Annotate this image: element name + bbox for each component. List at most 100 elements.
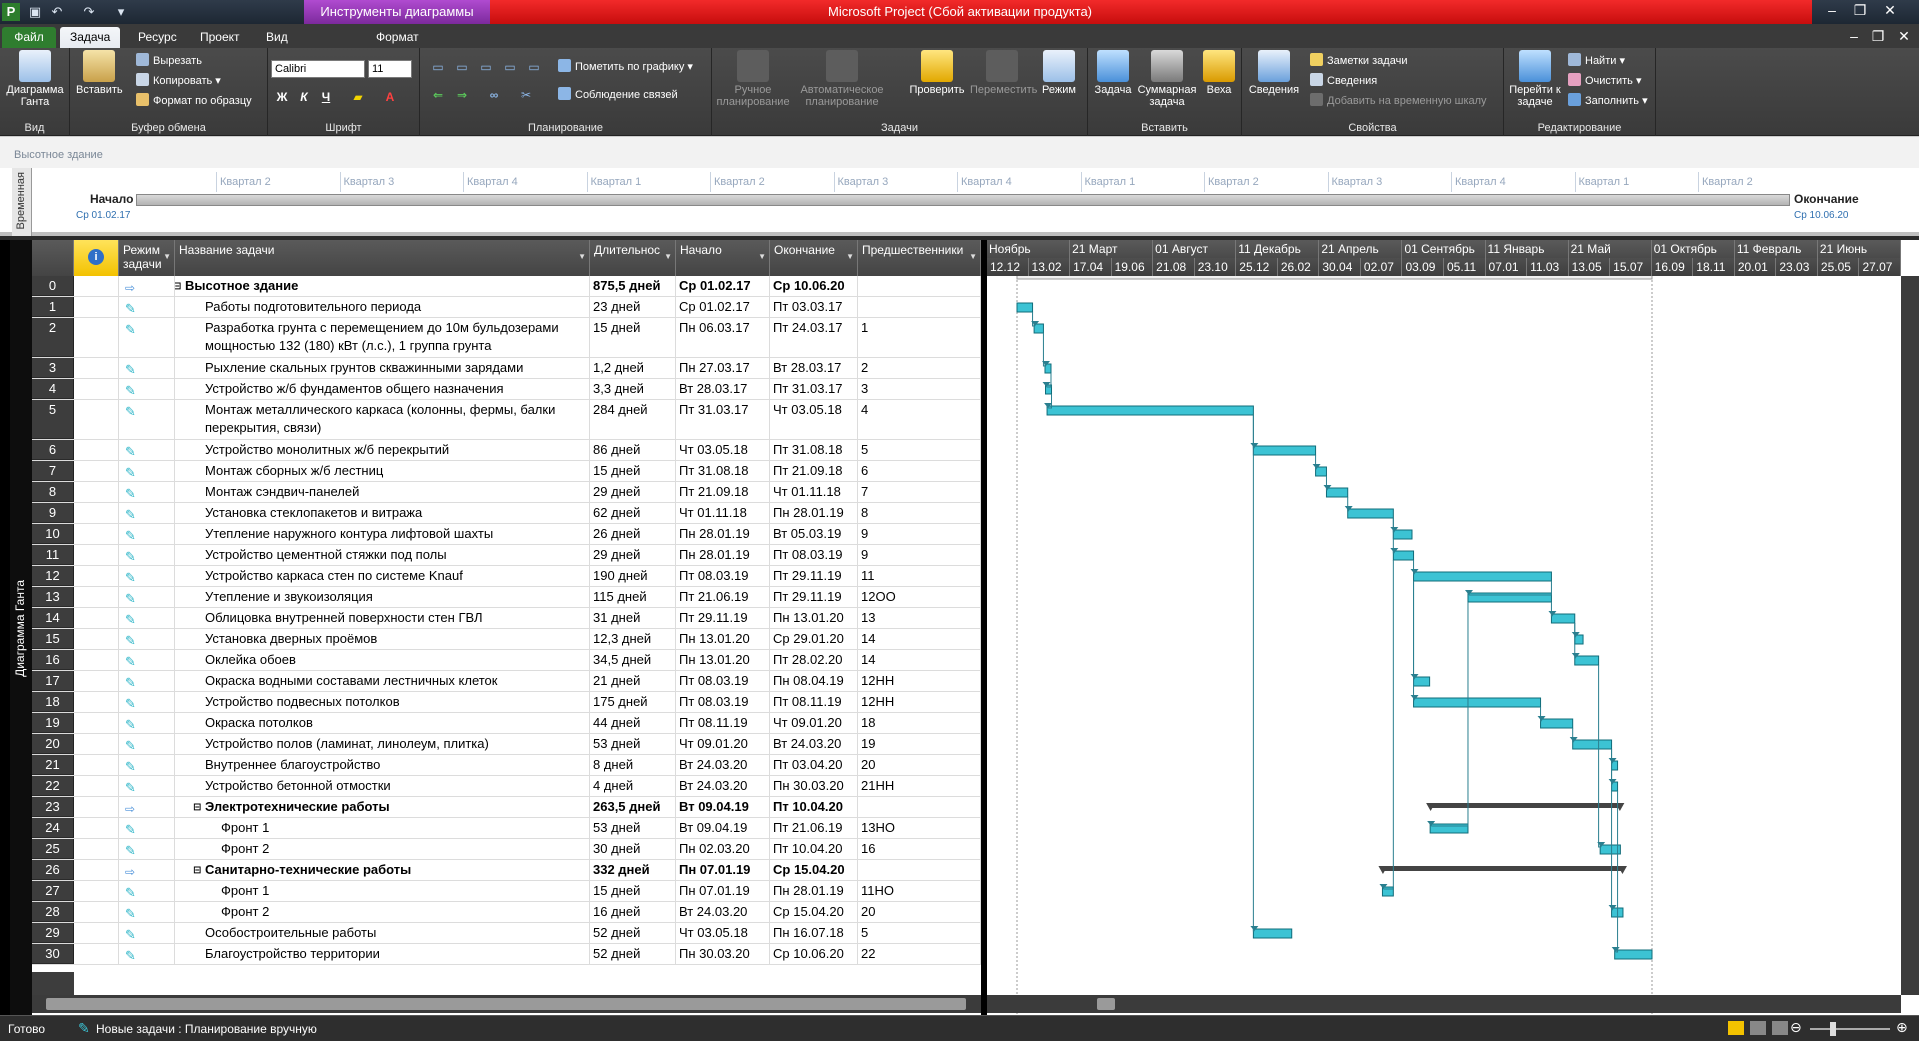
summary-bar[interactable] (1382, 866, 1623, 871)
row-finish[interactable]: Пт 08.03.19 (770, 545, 858, 565)
row-start[interactable]: Пн 27.03.17 (676, 358, 770, 378)
row-start[interactable]: Вт 24.03.20 (676, 755, 770, 775)
task-bar[interactable] (1252, 928, 1293, 939)
row-duration[interactable]: 175 дней (590, 692, 676, 712)
row-start[interactable]: Пн 07.01.19 (676, 860, 770, 880)
row-start[interactable]: Пн 13.01.20 (676, 650, 770, 670)
outdent-icon[interactable]: ⇐ (428, 86, 448, 104)
row-duration[interactable]: 115 дней (590, 587, 676, 607)
row-number[interactable]: 9 (32, 503, 74, 523)
row-mode[interactable]: ✎ (119, 902, 175, 922)
bold-button[interactable]: Ж (272, 88, 292, 106)
row-mode[interactable]: ✎ (119, 503, 175, 523)
tab-project[interactable]: Проект (190, 27, 250, 48)
gantt-hscrollbar[interactable] (987, 995, 1901, 1013)
task-notes-button[interactable]: Заметки задачи (1310, 52, 1407, 70)
zoom-slider-thumb[interactable] (1830, 1022, 1836, 1036)
row-number[interactable]: 5 (32, 400, 74, 439)
row-mode[interactable]: ✎ (119, 734, 175, 754)
table-row[interactable]: 27 ✎ Фронт 1 15 дней Пн 07.01.19 Пн 28.01.19 1… (32, 881, 981, 902)
row-task-name[interactable]: Устройство ж/б фундаментов общего назнач… (175, 379, 590, 399)
row-mode[interactable]: ✎ (119, 524, 175, 544)
fill-button[interactable]: Заполнить ▾ (1568, 92, 1648, 110)
grid-hscrollbar[interactable] (32, 995, 981, 1013)
row-finish[interactable]: Пт 28.02.20 (770, 650, 858, 670)
row-mode[interactable]: ✎ (119, 650, 175, 670)
row-finish[interactable]: Пн 13.01.20 (770, 608, 858, 628)
row-predecessors[interactable] (858, 797, 981, 817)
row-start[interactable]: Пт 08.11.19 (676, 713, 770, 733)
row-mode[interactable]: ✎ (119, 566, 175, 586)
row-task-name[interactable]: Установка дверных проёмов (175, 629, 590, 649)
row-mode[interactable]: ✎ (119, 608, 175, 628)
row-finish[interactable]: Вт 24.03.20 (770, 734, 858, 754)
row-task-name[interactable]: Устройство цементной стяжки под полы (175, 545, 590, 565)
details-button[interactable]: Сведения (1310, 72, 1377, 90)
pred-dropdown-icon[interactable]: ▼ (969, 250, 977, 264)
row-predecessors[interactable]: 19 (858, 734, 981, 754)
row-finish[interactable]: Ср 15.04.20 (770, 860, 858, 880)
table-row[interactable]: 21 ✎ Внутреннее благоустройство 8 дней Вт 24… (32, 755, 981, 776)
collapse-icon[interactable]: ⊟ (175, 278, 181, 296)
table-row[interactable]: 26 ⇨ ⊟ Санитарно-технические работы 332 дней… (32, 860, 981, 881)
row-number[interactable]: 23 (32, 797, 74, 817)
row-task-name[interactable]: Фронт 2 (175, 902, 590, 922)
row-start[interactable]: Ср 01.02.17 (676, 297, 770, 317)
task-bar[interactable] (1574, 655, 1600, 666)
row-number[interactable]: 3 (32, 358, 74, 378)
row-predecessors[interactable]: 8 (858, 503, 981, 523)
task-bar[interactable] (1540, 718, 1574, 729)
row-start[interactable]: Пн 07.01.19 (676, 881, 770, 901)
row-predecessors[interactable]: 4 (858, 400, 981, 439)
row-number[interactable]: 10 (32, 524, 74, 544)
row-predecessors[interactable]: 9 (858, 524, 981, 544)
table-row[interactable]: 30 ✎ Благоустройство территории 52 дней Пн 3… (32, 944, 981, 965)
row-task-name[interactable]: Утепление наружного контура лифтовой шах… (175, 524, 590, 544)
task-bar[interactable] (1413, 697, 1542, 708)
manual-schedule-button[interactable]: Ручное планирование (716, 50, 790, 108)
row-mode[interactable]: ⇨ (119, 860, 175, 880)
row-mode[interactable]: ✎ (119, 881, 175, 901)
row-predecessors[interactable]: 12ОО (858, 587, 981, 607)
row-finish[interactable]: Пн 30.03.20 (770, 776, 858, 796)
row-task-name[interactable]: Монтаж сборных ж/б лестниц (175, 461, 590, 481)
row-duration[interactable]: 284 дней (590, 400, 676, 439)
gantt-scroll-thumb[interactable] (1097, 998, 1115, 1010)
row-start[interactable]: Пн 06.03.17 (676, 318, 770, 357)
row-finish[interactable]: Пт 29.11.19 (770, 566, 858, 586)
row-finish[interactable]: Пт 10.04.20 (770, 797, 858, 817)
row-mode[interactable]: ✎ (119, 839, 175, 859)
row-number[interactable]: 16 (32, 650, 74, 670)
ribbon-restore-icon[interactable]: ❐ (1864, 26, 1892, 46)
tab-format[interactable]: Формат (366, 27, 429, 48)
find-button[interactable]: Найти ▾ (1568, 52, 1625, 70)
row-task-name[interactable]: Особостроительные работы (175, 923, 590, 943)
percent-75-icon[interactable]: ▭ (500, 58, 520, 76)
row-duration[interactable]: 15 дней (590, 461, 676, 481)
row-duration[interactable]: 15 дней (590, 881, 676, 901)
row-mode[interactable]: ✎ (119, 692, 175, 712)
clear-button[interactable]: Очистить ▾ (1568, 72, 1641, 90)
row-finish[interactable]: Пт 24.03.17 (770, 318, 858, 357)
header-name[interactable]: Название задачи ▼ (175, 240, 590, 276)
respect-links-button[interactable]: Соблюдение связей (558, 86, 678, 104)
task-bar[interactable] (1392, 529, 1413, 540)
row-task-name[interactable]: Оклейка обоев (175, 650, 590, 670)
row-mode[interactable]: ✎ (119, 755, 175, 775)
row-task-name[interactable]: Устройство каркаса стен по системе Knauf (175, 566, 590, 586)
paste-button[interactable]: Вставить (76, 50, 123, 96)
row-predecessors[interactable]: 7 (858, 482, 981, 502)
row-task-name[interactable]: Разработка грунта с перемещением до 10м … (175, 318, 590, 357)
row-finish[interactable]: Пн 08.04.19 (770, 671, 858, 691)
row-task-name[interactable]: Окраска водными составами лестничных кле… (175, 671, 590, 691)
task-bar[interactable] (1016, 302, 1034, 313)
zoom-out-icon[interactable]: ⊖ (1790, 1019, 1802, 1036)
row-start[interactable]: Пт 31.03.17 (676, 400, 770, 439)
tab-file[interactable]: Файл (2, 27, 56, 48)
tab-view[interactable]: Вид (256, 27, 298, 48)
row-finish[interactable]: Пт 03.04.20 (770, 755, 858, 775)
row-task-name[interactable]: Монтаж сэндвич-панелей (175, 482, 590, 502)
row-predecessors[interactable]: 11НО (858, 881, 981, 901)
table-row[interactable]: 14 ✎ Облицовка внутренней поверхности стен… (32, 608, 981, 629)
row-duration[interactable]: 15 дней (590, 318, 676, 357)
